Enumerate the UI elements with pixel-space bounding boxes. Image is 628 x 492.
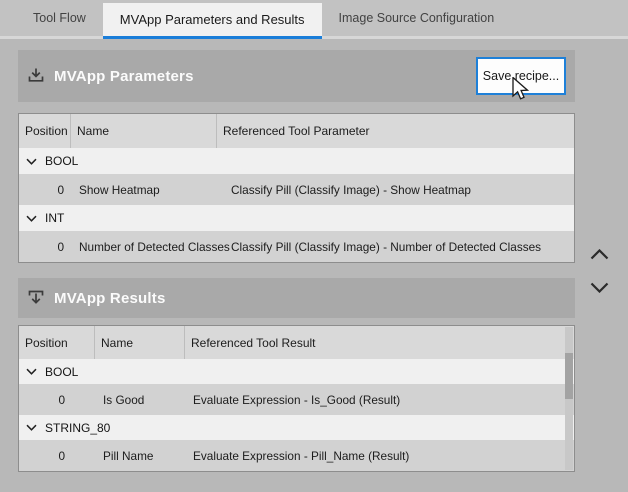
group-row-int[interactable]: INT: [19, 205, 574, 231]
results-table-header-row: Position Name Referenced Tool Result: [19, 326, 574, 359]
cell-name: Pill Name: [95, 449, 185, 463]
chevron-down-icon: [26, 158, 37, 165]
scroll-down-button[interactable]: [587, 278, 611, 296]
parameters-section-header: MVApp Parameters Save recipe...: [18, 50, 575, 102]
group-label: STRING_80: [45, 421, 110, 435]
group-row-bool[interactable]: BOOL: [19, 148, 574, 174]
chevron-down-icon: [590, 282, 609, 293]
chevron-down-icon: [26, 215, 37, 222]
cell-referenced: Evaluate Expression - Pill_Name (Result): [185, 449, 574, 463]
table-row[interactable]: 0 Number of Detected Classes Classify Pi…: [19, 231, 574, 262]
parameters-table-header-row: Position Name Referenced Tool Parameter: [19, 114, 574, 148]
group-label: BOOL: [45, 365, 78, 379]
tab-mvapp-parameters-and-results[interactable]: MVApp Parameters and Results: [103, 3, 322, 39]
cell-position: 0: [19, 183, 71, 197]
tab-image-source-configuration[interactable]: Image Source Configuration: [322, 0, 512, 36]
column-header-name: Name: [71, 114, 217, 148]
cell-position: 0: [19, 393, 95, 407]
cell-name: Is Good: [95, 393, 185, 407]
group-row-string-80[interactable]: STRING_80: [19, 415, 574, 440]
cell-position: 0: [19, 449, 95, 463]
group-label: INT: [45, 211, 64, 225]
import-icon: [27, 67, 45, 85]
results-vertical-scrollbar[interactable]: [565, 327, 573, 470]
scroll-up-button[interactable]: [587, 245, 611, 263]
cell-referenced: Classify Pill (Classify Image) - Number …: [231, 240, 574, 254]
parameters-table: Position Name Referenced Tool Parameter …: [18, 113, 575, 263]
cell-referenced: Classify Pill (Classify Image) - Show He…: [231, 183, 574, 197]
results-section-title: MVApp Results: [54, 290, 166, 307]
arrow-cursor-icon: [512, 77, 532, 109]
group-row-bool[interactable]: BOOL: [19, 359, 574, 384]
table-row[interactable]: 0 Is Good Evaluate Expression - Is_Good …: [19, 384, 574, 415]
chevron-down-icon: [26, 368, 37, 375]
chevron-down-icon: [26, 424, 37, 431]
scrollbar-thumb[interactable]: [565, 353, 573, 399]
results-table: Position Name Referenced Tool Result BOO…: [18, 325, 575, 472]
mvapp-configuration-window: Tool Flow MVApp Parameters and Results I…: [0, 0, 628, 492]
cell-referenced: Evaluate Expression - Is_Good (Result): [185, 393, 574, 407]
group-label: BOOL: [45, 154, 78, 168]
column-header-position: Position: [19, 326, 95, 359]
tab-tool-flow[interactable]: Tool Flow: [16, 0, 103, 36]
table-row[interactable]: 0 Pill Name Evaluate Expression - Pill_N…: [19, 440, 574, 471]
column-header-name: Name: [95, 326, 185, 359]
results-section-header: MVApp Results: [18, 278, 575, 318]
column-header-referenced-tool-result: Referenced Tool Result: [185, 326, 574, 359]
tab-bar: Tool Flow MVApp Parameters and Results I…: [0, 0, 628, 39]
parameters-section-title: MVApp Parameters: [54, 68, 194, 85]
column-header-referenced-tool-parameter: Referenced Tool Parameter: [217, 114, 574, 148]
cell-position: 0: [19, 240, 71, 254]
cell-name: Show Heatmap: [71, 183, 231, 197]
cell-name: Number of Detected Classes: [71, 240, 231, 254]
table-row[interactable]: 0 Show Heatmap Classify Pill (Classify I…: [19, 174, 574, 205]
export-icon: [27, 289, 45, 307]
column-header-position: Position: [19, 114, 71, 148]
chevron-up-icon: [590, 249, 609, 260]
